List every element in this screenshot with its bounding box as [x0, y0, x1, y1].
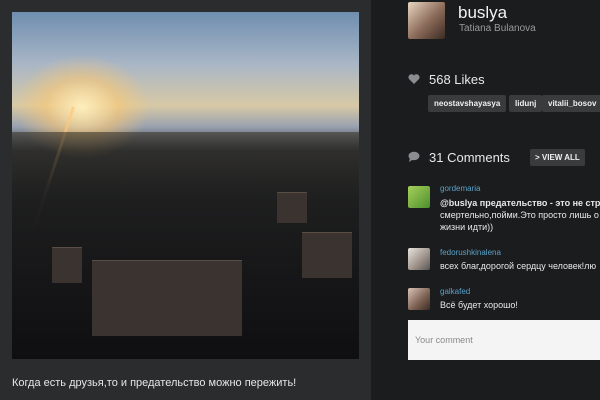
liker-tag[interactable]: lidunj	[509, 95, 543, 112]
comment-text: всех благ,дорогой сердцу человек!лю	[440, 261, 597, 271]
commenter-avatar[interactable]	[408, 248, 430, 270]
post-photo[interactable]	[12, 12, 359, 359]
view-all-button[interactable]: > VIEW ALL	[530, 149, 585, 166]
comment-text: жизни идти))	[440, 222, 494, 232]
liker-tag[interactable]: vitalii_bosov	[542, 95, 600, 112]
likes-count: 568 Likes	[429, 72, 485, 87]
heart-icon	[408, 74, 420, 84]
commenter-avatar[interactable]	[408, 288, 430, 310]
profile-avatar[interactable]	[408, 2, 445, 39]
comment-text: Всё будет хорошо!	[440, 300, 518, 310]
comment-username[interactable]: fedorushkinalena	[440, 248, 501, 257]
comment-username[interactable]: gordemaria	[440, 184, 480, 193]
speech-bubble-icon	[408, 151, 420, 162]
liker-tag[interactable]: neostavshayasya	[428, 95, 507, 112]
profile-username[interactable]: buslya	[458, 3, 507, 23]
comment-text: смертельно,пойми.Это просто лишь о	[440, 210, 599, 220]
photo-panel: Когда есть друзья,то и предательство мож…	[0, 0, 371, 400]
building	[277, 192, 307, 223]
post-caption: Когда есть друзья,то и предательство мож…	[12, 377, 297, 389]
comment-input[interactable]	[408, 320, 600, 360]
comment-text: @buslya предательство - это не стра	[440, 198, 600, 208]
building	[302, 232, 352, 278]
building	[92, 260, 242, 336]
profile-full-name: Tatiana Bulanova	[459, 23, 536, 34]
comments-count: 31 Comments	[429, 150, 510, 165]
comment-username[interactable]: galkafed	[440, 287, 470, 296]
commenter-avatar[interactable]	[408, 186, 430, 208]
building	[52, 247, 82, 283]
